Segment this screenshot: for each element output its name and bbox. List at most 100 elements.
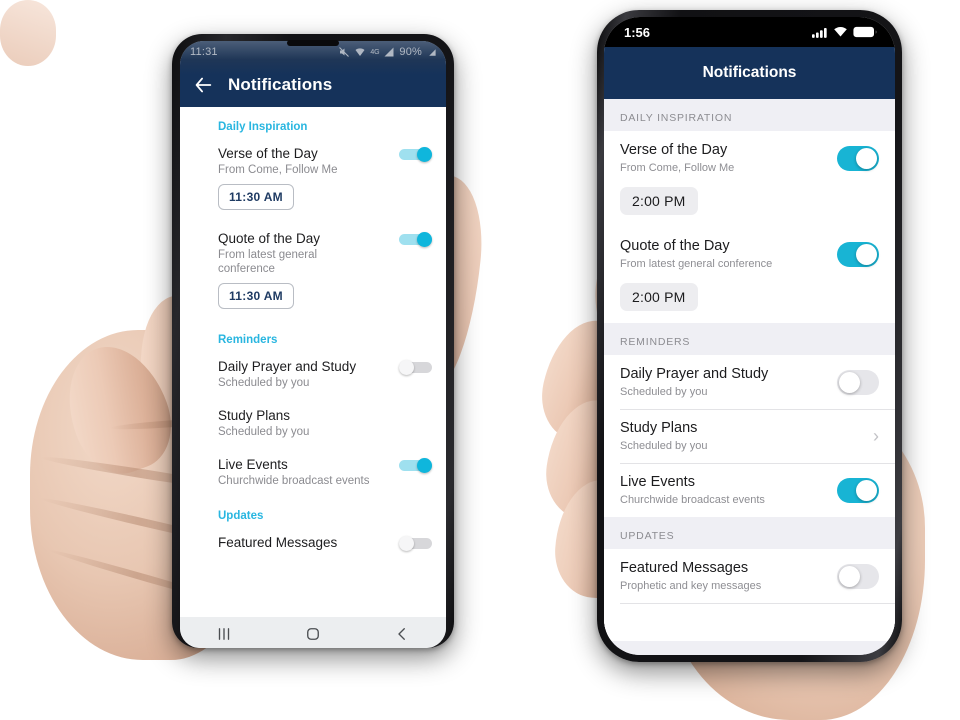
ios-screen: 1:56 Notifications DAILY INSPIRATION Ver… [604,17,895,655]
home-icon[interactable] [304,625,322,643]
row-subtitle: Prophetic and key messages [620,580,762,592]
back-arrow-icon[interactable] [192,74,214,96]
row-title: Quote of the Day [620,238,730,254]
earpiece-speaker [287,40,339,46]
android-row-quote-of-the-day[interactable]: Quote of the Day From latest general con… [180,226,446,316]
row-title: Live Events [620,474,695,490]
ios-row-study-plans[interactable]: Study Plans Scheduled by you › [604,409,895,463]
ios-app-bar: Notifications [604,47,895,99]
android-phone-device: 11:31 4G 90% Notifications Daily Inspira… [172,34,454,648]
android-app-bar: Notifications [180,63,446,107]
row-text: Study Plans Scheduled by you [620,419,863,453]
row-subtitle: Scheduled by you [620,386,708,398]
toggle-thumb [399,360,414,375]
ios-settings-list[interactable]: DAILY INSPIRATION Verse of the Day From … [604,99,895,655]
page-title: Notifications [228,75,333,94]
row-subtitle: Scheduled by you [620,440,708,452]
row-text: Daily Prayer and Study Scheduled by you [620,365,827,399]
ios-row-daily-prayer-and-study[interactable]: Daily Prayer and Study Scheduled by you [604,355,895,409]
status-bar-time: 11:31 [190,46,218,58]
section-group-daily-inspiration: Verse of the Day From Come, Follow Me 2:… [604,131,895,323]
row-subtitle: From Come, Follow Me [620,162,735,174]
ios-row-quote-of-the-day[interactable]: Quote of the Day From latest general con… [604,227,895,281]
android-row-featured-messages[interactable]: Featured Messages [180,530,446,555]
row-subtitle: From Come, Follow Me [218,164,338,176]
toggle-daily-prayer-and-study[interactable] [399,360,432,375]
row-text [620,613,879,631]
chevron-right-icon[interactable]: › [873,427,879,445]
battery-percent-label: 90% [399,46,422,58]
toggle-thumb [399,536,414,551]
row-text: Quote of the Day From latest general con… [620,237,827,271]
row-title: Featured Messages [218,535,338,550]
battery-icon [853,26,877,38]
toggle-quote-of-the-day[interactable] [399,232,432,247]
section-header-updates: Updates [218,510,264,522]
signal-icon [384,47,394,57]
android-row-daily-prayer-and-study[interactable]: Daily Prayer and Study Scheduled by you [180,354,446,394]
toggle-knob [856,243,877,265]
section-header-daily-inspiration: Daily Inspiration [218,121,308,133]
left-thumb-nail [0,0,56,66]
row-title: Quote of the Day [218,231,321,246]
toggle-quote-of-the-day[interactable] [837,241,879,267]
android-navigation-bar[interactable] [180,617,446,648]
toggle-verse-of-the-day[interactable] [399,147,432,162]
status-bar-icons: 4G 90% [338,46,437,58]
toggle-thumb [417,232,432,247]
ios-row-verse-of-the-day[interactable]: Verse of the Day From Come, Follow Me [604,131,895,185]
toggle-knob [856,147,877,169]
section-header-reminders: Reminders [218,334,278,346]
row-spacer [180,217,446,226]
row-subtitle: Scheduled by you [218,377,310,389]
row-subtitle: Churchwide broadcast events [218,475,370,487]
toggle-live-events[interactable] [399,458,432,473]
screenshot-stage: 11:31 4G 90% Notifications Daily Inspira… [0,0,960,720]
chip-row-verse-of-the-day: 2:00 PM [604,185,895,227]
back-icon[interactable] [393,625,411,643]
row-text: Featured Messages Prophetic and key mess… [620,559,827,593]
section-header-updates: UPDATES [604,517,895,549]
row-text: Live Events Churchwide broadcast events [620,473,827,507]
time-chip-quote-of-the-day[interactable]: 11:30 AM [218,283,294,309]
recents-icon[interactable] [215,625,233,643]
section-header-reminders: REMINDERS [604,323,895,355]
ios-row-featured-messages[interactable]: Featured Messages Prophetic and key mess… [604,549,895,603]
row-spacer [180,443,446,452]
toggle-verse-of-the-day[interactable] [837,145,879,171]
row-subtitle: Scheduled by you [218,426,310,438]
ios-row-partial-cut-off[interactable] [604,603,895,641]
network-4g-label: 4G [370,48,380,56]
android-screen: 11:31 4G 90% Notifications Daily Inspira… [180,41,446,648]
mute-icon [339,47,350,57]
android-row-study-plans[interactable]: Study Plans Scheduled by you [180,403,446,443]
row-title: Verse of the Day [620,142,728,158]
toggle-knob [839,565,860,587]
android-row-live-events[interactable]: Live Events Churchwide broadcast events [180,452,446,492]
android-settings-list[interactable]: Daily Inspiration Verse of the Day From … [180,107,446,617]
toggle-featured-messages[interactable] [399,536,432,551]
row-text: Verse of the Day From Come, Follow Me [620,141,827,175]
time-chip-quote-of-the-day[interactable]: 2:00 PM [620,283,698,311]
ios-row-live-events[interactable]: Live Events Churchwide broadcast events [604,463,895,517]
section-group-reminders: Daily Prayer and Study Scheduled by you … [604,355,895,517]
time-chip-verse-of-the-day[interactable]: 2:00 PM [620,187,698,215]
notch [688,17,811,36]
toggle-featured-messages[interactable] [837,563,879,589]
time-chip-verse-of-the-day[interactable]: 11:30 AM [218,184,294,210]
ios-phone-device: 1:56 Notifications DAILY INSPIRATION Ver… [597,10,902,662]
row-title: Featured Messages [620,560,749,576]
row-title: Daily Prayer and Study [620,366,769,382]
toggle-thumb [417,458,432,473]
toggle-daily-prayer-and-study[interactable] [837,369,879,395]
toggle-live-events[interactable] [837,477,879,503]
row-subtitle: From latest general conference [620,258,773,270]
wifi-icon [355,48,365,56]
android-row-verse-of-the-day[interactable]: Verse of the Day From Come, Follow Me 11… [180,141,446,217]
row-title: Live Events [218,457,288,472]
chip-row-quote-of-the-day: 2:00 PM [604,281,895,323]
cellular-signal-icon [812,27,827,38]
row-title: Study Plans [218,408,291,423]
row-title [620,613,879,631]
left-finger-middle [51,332,185,486]
